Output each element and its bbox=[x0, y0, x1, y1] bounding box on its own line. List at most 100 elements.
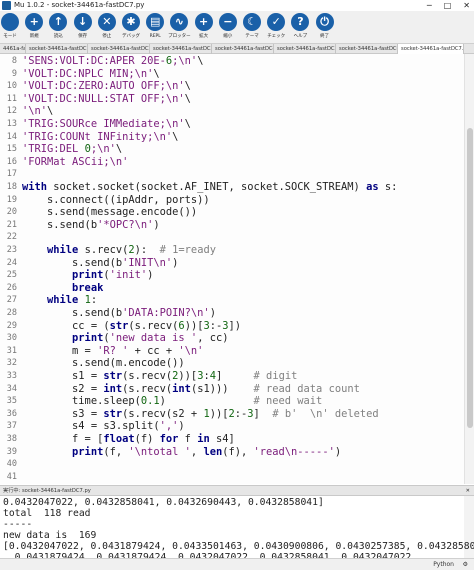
editor-scrollbar-thumb[interactable] bbox=[467, 128, 473, 428]
code-line[interactable]: 28 s.send(b'DATA:POIN?\n') bbox=[0, 307, 462, 320]
check-button[interactable]: ✓ チェック bbox=[264, 13, 288, 43]
tab-label: socket-34461a-fastDC5.py bbox=[277, 46, 335, 52]
code-line[interactable]: 35 time.sleep(0.1) # need wait bbox=[0, 395, 462, 408]
mode-button[interactable]: モード bbox=[0, 13, 22, 43]
code-line[interactable]: 39 print(f, '\ntotal ', len(f), 'read\n-… bbox=[0, 446, 462, 459]
code-line[interactable]: 26 break bbox=[0, 282, 462, 295]
line-number: 23 bbox=[6, 245, 17, 255]
code-line[interactable]: 19 s.connect((ipAddr, ports)) bbox=[0, 194, 462, 207]
code-line[interactable]: 11 'VOLT:DC:NULL:STAT OFF;\n'\ bbox=[0, 93, 462, 106]
repl-close-button[interactable]: ✕ bbox=[466, 486, 470, 496]
code-text: 'SENS:VOLT:DC:APER 20E-6;\n'\ bbox=[22, 55, 204, 67]
tab-3[interactable]: socket-34461a-fastDC2.py✕ bbox=[88, 44, 150, 54]
code-line[interactable]: 14 'TRIG:COUNt INFinity;\n'\ bbox=[0, 131, 462, 144]
code-line[interactable]: 13 'TRIG:SOURce IMMediate;\n'\ bbox=[0, 118, 462, 131]
code-text: print('new data is ', cc) bbox=[72, 332, 229, 345]
code-line[interactable]: 36 s3 = str(s.recv(s2 + 1))[2:-3] # b' \… bbox=[0, 408, 462, 421]
line-number: 35 bbox=[6, 396, 17, 407]
line-number: 37 bbox=[6, 421, 17, 432]
plotter-button[interactable]: ∿ プロッター bbox=[167, 13, 191, 43]
line-number: 34 bbox=[6, 383, 17, 394]
tab-8[interactable]: socket-34461a-fastDC7.py✕ bbox=[398, 44, 464, 54]
code-line[interactable]: 17 bbox=[0, 168, 462, 181]
code-line[interactable]: 15 'TRIG:DEL 0;\n'\ bbox=[0, 143, 462, 156]
maximize-button[interactable]: □ bbox=[444, 0, 452, 11]
code-line[interactable]: 9 'VOLT:DC:NPLC MIN;\n'\ bbox=[0, 68, 462, 81]
power-icon: ⏻ bbox=[315, 13, 334, 31]
zoom-out-label: 縮小 bbox=[223, 34, 233, 39]
tab-2[interactable]: socket-34461a-fastDC.py✕ bbox=[26, 44, 88, 54]
code-text: s.send(b'INIT\n') bbox=[22, 256, 179, 269]
gear-icon[interactable]: ⚙ bbox=[463, 559, 468, 570]
code-line[interactable]: 33 s1 = str(s.recv(2))[3:4] # digit bbox=[0, 370, 462, 383]
editor-scrollbar[interactable] bbox=[464, 54, 474, 484]
code-line[interactable]: 38 f = [float(f) for f in s4] bbox=[0, 433, 462, 446]
code-text: while s.recv(2): # 1=ready bbox=[47, 244, 216, 256]
line-number: 24 bbox=[6, 257, 17, 268]
line-number: 41 bbox=[6, 471, 17, 482]
tab-7[interactable]: socket-34461a-fastDC6.py✕ bbox=[336, 44, 398, 54]
code-text: s4 = s3.split(',') bbox=[22, 420, 185, 433]
minimize-button[interactable]: ─ bbox=[427, 0, 432, 11]
code-editor[interactable]: 8 'SENS:VOLT:DC:APER 20E-6;\n'\ 9 'VOLT:DC:… bbox=[0, 54, 474, 484]
code-text: f = [float(f) for f in s4] bbox=[22, 433, 235, 445]
line-number: 22 bbox=[6, 232, 17, 243]
code-line[interactable]: 16 'FORMat ASCii;\n' bbox=[0, 156, 462, 169]
code-line[interactable]: 41 bbox=[0, 471, 462, 484]
debug-button[interactable]: ✱ デバッグ bbox=[119, 13, 143, 43]
tab-6[interactable]: socket-34461a-fastDC5.py✕ bbox=[274, 44, 336, 54]
code-line[interactable]: 23 while s.recv(2): # 1=ready bbox=[0, 244, 462, 257]
tab-label: socket-34461a-fastDC7.py bbox=[401, 46, 464, 52]
code-text: with socket.socket(socket.AF_INET, socke… bbox=[22, 181, 398, 193]
keyboard-icon: ▤ bbox=[146, 13, 165, 31]
code-line[interactable]: 27 while 1: bbox=[0, 294, 462, 307]
download-icon: ↓ bbox=[73, 13, 92, 31]
code-line[interactable]: 10 'VOLT:DC:ZERO:AUTO OFF;\n'\ bbox=[0, 80, 462, 93]
code-line[interactable]: 34 s2 = int(s.recv(int(s1))) # read data… bbox=[0, 383, 462, 396]
code-text: time.sleep(0.1) # need wait bbox=[22, 395, 323, 408]
line-number: 15 bbox=[6, 144, 17, 155]
repl-button[interactable]: ▤ REPL bbox=[143, 13, 167, 43]
close-window-button[interactable]: ✕ bbox=[463, 0, 470, 11]
stop-button[interactable]: ✕ 停止 bbox=[95, 13, 119, 43]
code-line[interactable]: 8 'SENS:VOLT:DC:APER 20E-6;\n'\ bbox=[0, 55, 462, 68]
code-line[interactable]: 24 s.send(b'INIT\n') bbox=[0, 257, 462, 270]
line-number: 30 bbox=[6, 333, 17, 344]
zoom-in-label: 拡大 bbox=[199, 34, 209, 39]
code-line[interactable]: 25 print('init') bbox=[0, 269, 462, 282]
help-button[interactable]: ? ヘルプ bbox=[288, 13, 312, 43]
mu-logo-icon bbox=[2, 1, 11, 10]
code-line[interactable]: 12 '\n'\ bbox=[0, 105, 462, 118]
repl-output-pane[interactable]: 0.0432047022, 0.0432858041, 0.0432690443… bbox=[0, 496, 474, 558]
line-number: 9 bbox=[11, 68, 17, 79]
code-line[interactable]: 31 m = 'R? ' + cc + '\n' bbox=[0, 345, 462, 358]
tab-4[interactable]: socket-34461a-fastDC3.py✕ bbox=[150, 44, 212, 54]
code-line[interactable]: 20 s.send(message.encode()) bbox=[0, 206, 462, 219]
code-line[interactable]: 18 with socket.socket(socket.AF_INET, soc… bbox=[0, 181, 462, 194]
tab-label: socket-34461a-fastDC4.py bbox=[215, 46, 273, 52]
tab-1[interactable]: 4461a-fa.py✕ bbox=[0, 44, 26, 54]
zoom-out-button[interactable]: − 縮小 bbox=[216, 13, 240, 43]
zoom-in-button[interactable]: + 拡大 bbox=[192, 13, 216, 43]
line-number: 28 bbox=[6, 308, 17, 318]
save-button[interactable]: ↓ 保存 bbox=[71, 13, 95, 43]
toolbar: モード + 新規 ↑ 読込 ↓ 保存 ✕ 停止 ✱ デバッグ ▤ REPL ∿ プロッター + 拡大 − 縮小 ☾ テー… bbox=[0, 11, 474, 44]
line-number: 29 bbox=[6, 320, 17, 331]
theme-button[interactable]: ☾ テーマ bbox=[240, 13, 264, 43]
mode-indicator[interactable]: Python bbox=[433, 559, 454, 570]
load-button[interactable]: ↑ 読込 bbox=[46, 13, 70, 43]
code-line[interactable]: 30 print('new data is ', cc) bbox=[0, 332, 462, 345]
code-line[interactable]: 37 s4 = s3.split(',') bbox=[0, 420, 462, 433]
code-line[interactable]: 22 bbox=[0, 231, 462, 244]
code-text: s.send(b'*OPC?\n') bbox=[22, 218, 160, 231]
code-line[interactable]: 29 cc = (str(s.recv(6))[3:-3]) bbox=[0, 320, 462, 333]
code-line[interactable]: 21 s.send(b'*OPC?\n') bbox=[0, 219, 462, 232]
code-text: 'VOLT:DC:ZERO:AUTO OFF;\n'\ bbox=[22, 80, 191, 93]
code-line[interactable]: 32 s.send(m.encode()) bbox=[0, 357, 462, 370]
quit-button[interactable]: ⏻ 終了 bbox=[313, 13, 337, 43]
new-button[interactable]: + 新規 bbox=[22, 13, 46, 43]
line-number: 27 bbox=[6, 295, 17, 306]
new-label: 新規 bbox=[29, 34, 39, 39]
code-line[interactable]: 40 bbox=[0, 458, 462, 471]
tab-5[interactable]: socket-34461a-fastDC4.py✕ bbox=[212, 44, 274, 54]
